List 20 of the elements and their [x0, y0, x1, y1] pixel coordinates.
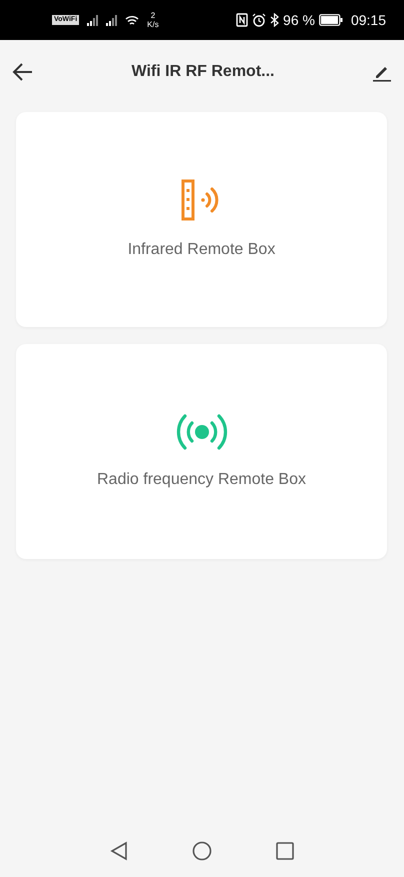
back-button[interactable] [12, 61, 34, 83]
device-label: Radio frequency Remote Box [97, 470, 306, 490]
bluetooth-icon [270, 13, 280, 27]
speed-unit: K/s [147, 20, 159, 29]
nfc-icon [236, 13, 248, 27]
battery-percent: 96 % [283, 10, 315, 30]
back-nav-button[interactable] [110, 841, 128, 861]
page-title: Wifi IR RF Remot... [132, 62, 274, 82]
clock: 09:15 [350, 10, 386, 30]
wifi-icon [125, 14, 140, 26]
alarm-icon [252, 13, 266, 27]
device-card[interactable]: Radio frequency Remote Box [16, 344, 387, 559]
recents-nav-button[interactable] [276, 842, 294, 860]
signal-icon [87, 14, 98, 26]
battery-icon [318, 14, 343, 26]
home-nav-button[interactable] [192, 841, 212, 861]
signal-icon [106, 14, 118, 26]
device-card[interactable]: Infrared Remote Box [16, 112, 387, 327]
device-label: Infrared Remote Box [128, 240, 276, 260]
speed-value: 2 [150, 11, 156, 20]
